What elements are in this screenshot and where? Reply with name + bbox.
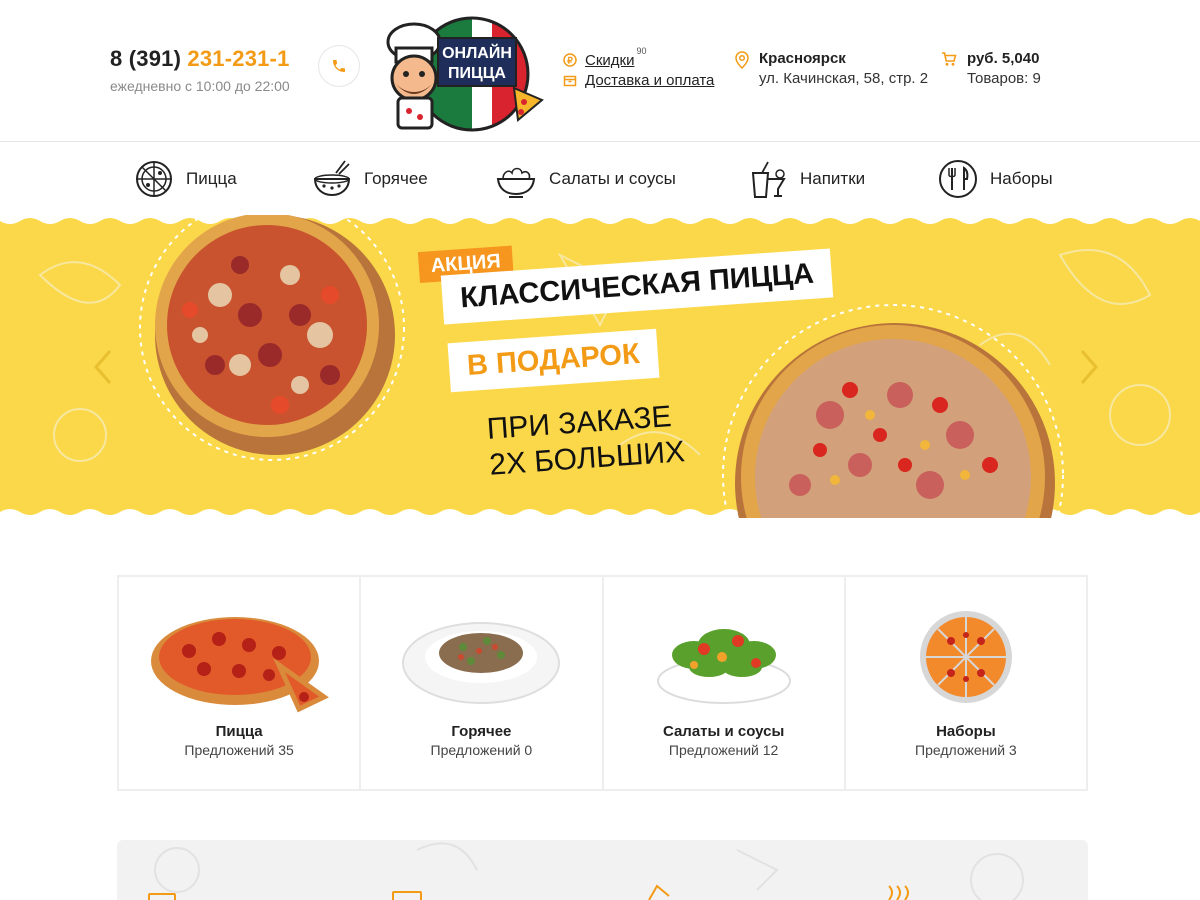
nav-item-pizza[interactable]: Пицца [134, 159, 237, 199]
category-offers: Предложений 0 [430, 742, 533, 758]
discounts-link[interactable]: Скидки [585, 52, 634, 69]
nav-label: Пицца [186, 169, 237, 188]
phone-number[interactable]: 8 (391) 231-231-1 [110, 46, 290, 72]
nav-item-drinks[interactable]: Напитки [748, 159, 865, 199]
chevron-right-icon [1080, 350, 1098, 384]
nav-label: Салаты и соусы [549, 169, 676, 188]
city-name[interactable]: Красноярск [759, 50, 846, 67]
nav-item-hot[interactable]: Горячее [312, 159, 428, 199]
banner-next-button[interactable] [1074, 345, 1104, 389]
map-pin-icon [735, 51, 749, 69]
logo-graphic: ОНЛАЙН ПИЦЦА [386, 16, 544, 132]
phone-prefix: 8 (391) [110, 46, 182, 71]
features-background [148, 842, 1024, 900]
hot-dish-image [361, 605, 601, 715]
nav-item-sets[interactable]: Наборы [938, 159, 1053, 199]
plate-cutlery-icon [939, 160, 977, 198]
phone-block: 8 (391) 231-231-1 ежедневно с 10:00 до 2… [110, 46, 290, 94]
category-offers: Предложений 3 [915, 742, 1017, 758]
sets-image [846, 605, 1086, 715]
working-hours: ежедневно с 10:00 до 22:00 [110, 78, 290, 94]
category-grid: Пицца Предложений 35 Горячее Предложений… [117, 575, 1088, 791]
main-nav: Пицца Горячее Салаты и соусы Напитки Наб… [0, 143, 1200, 215]
category-name: Наборы [936, 723, 996, 740]
salad-image [604, 605, 844, 715]
site-logo[interactable]: ОНЛАЙН ПИЦЦА [374, 12, 546, 134]
features-section [117, 840, 1088, 900]
address: ул. Качинская, 58, стр. 2 [759, 70, 929, 87]
svg-text:₽: ₽ [567, 56, 573, 66]
pizza-image [119, 605, 359, 715]
nav-item-salads[interactable]: Салаты и соусы [495, 159, 676, 199]
phone-main: 231-231-1 [187, 46, 290, 71]
phone-icon [333, 60, 345, 72]
category-offers: Предложений 35 [184, 742, 294, 758]
logo-line2: ПИЦЦА [448, 65, 506, 82]
hot-bowl-icon [313, 160, 351, 197]
ruble-coin-icon: ₽ [563, 53, 577, 67]
category-card-hot[interactable]: Горячее Предложений 0 [361, 577, 604, 789]
discounts-row: ₽ Скидки 90 [563, 46, 714, 70]
category-name: Пицца [215, 723, 263, 740]
category-name: Горячее [451, 723, 512, 740]
category-card-salads[interactable]: Салаты и соусы Предложений 12 [604, 577, 846, 789]
promo-subtitle: ПРИ ЗАКАЗЕ 2Х БОЛЬШИХ [486, 398, 686, 483]
drinks-icon [751, 161, 786, 198]
category-offers: Предложений 12 [668, 742, 779, 758]
category-name: Салаты и соусы [662, 723, 785, 740]
logo-line1: ОНЛАЙН [442, 43, 512, 62]
header-links: ₽ Скидки 90 Доставка и оплата [563, 46, 714, 90]
discounts-badge: 90 [636, 46, 647, 56]
site-header: 8 (391) 231-231-1 ежедневно с 10:00 до 2… [0, 0, 1200, 142]
delivery-row: Доставка и оплата [563, 70, 714, 90]
call-button[interactable] [318, 45, 360, 87]
category-card-pizza[interactable]: Пицца Предложений 35 [119, 577, 362, 789]
chevron-left-icon [94, 350, 112, 384]
nav-label: Наборы [990, 169, 1053, 188]
cart-count: Товаров: 9 [967, 70, 1041, 87]
box-icon [563, 75, 577, 87]
salad-bowl-icon [496, 167, 536, 198]
category-card-sets[interactable]: Наборы Предложений 3 [846, 577, 1086, 789]
delivery-link[interactable]: Доставка и оплата [585, 72, 714, 89]
pizza-icon [136, 161, 172, 197]
cart-icon [942, 52, 957, 66]
nav-label: Горячее [364, 169, 428, 188]
cart-total: руб. 5,040 [967, 50, 1040, 67]
nav-label: Напитки [800, 169, 866, 188]
banner-prev-button[interactable] [88, 345, 118, 389]
